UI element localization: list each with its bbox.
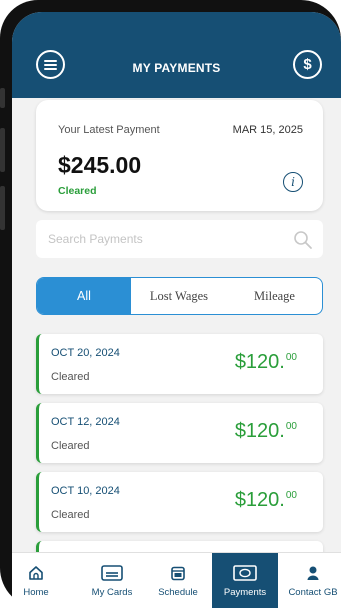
dollar-button[interactable]: $ (293, 50, 322, 79)
home-icon (29, 566, 43, 580)
filter-all[interactable]: All (37, 278, 131, 314)
tab-home-label: Home (23, 587, 49, 598)
latest-payment-amount: $245.00 (58, 152, 142, 178)
app-screen: MY PAYMENTS $ Your Latest Payment MAR 15… (12, 12, 341, 608)
phone-frame: MY PAYMENTS $ Your Latest Payment MAR 15… (0, 0, 341, 608)
payment-item[interactable]: OCT 20, 2024 Cleared $120.00 (36, 334, 323, 394)
volume-up-button (0, 128, 5, 172)
dollar-icon: $ (303, 56, 312, 73)
payment-amount: $120.00 (235, 489, 297, 512)
filter-segmented-control: All Lost Wages Mileage (36, 277, 323, 315)
payment-amount-cents: 00 (285, 421, 297, 432)
payment-amount-main: $120. (234, 351, 285, 373)
tab-contact-label: Contact GB (288, 587, 338, 598)
tab-my-cards-label: My Cards (91, 587, 133, 598)
latest-payment-status: Cleared (58, 185, 97, 197)
payment-date: OCT 10, 2024 (51, 485, 120, 497)
payment-status: Cleared (51, 509, 90, 521)
info-icon[interactable]: i (283, 172, 303, 192)
payment-status: Cleared (51, 440, 90, 452)
info-icon-glyph: i (291, 175, 295, 189)
payment-date: OCT 12, 2024 (51, 416, 120, 428)
latest-payment-card: Your Latest Payment MAR 15, 2025 $245.00… (36, 100, 323, 211)
payment-amount-cents: 00 (285, 352, 297, 363)
payment-amount-main: $120. (234, 420, 285, 442)
tab-schedule-label: Schedule (158, 587, 198, 598)
side-button (0, 88, 5, 108)
payment-amount-cents: 00 (285, 490, 297, 501)
payment-item[interactable]: OCT 10, 2024 Cleared $120.00 (36, 472, 323, 532)
card-icon (101, 565, 123, 581)
filter-mileage[interactable]: Mileage (227, 278, 322, 314)
latest-payment-date: MAR 15, 2025 (232, 124, 303, 136)
tab-payments-label: Payments (223, 587, 267, 598)
payment-status: Cleared (51, 371, 90, 383)
search-input[interactable] (36, 220, 323, 258)
app-header: MY PAYMENTS $ (12, 12, 341, 98)
payment-date: OCT 20, 2024 (51, 347, 120, 359)
payment-amount-main: $120. (234, 489, 285, 511)
volume-down-button (0, 186, 5, 230)
tab-schedule[interactable]: Schedule (152, 553, 204, 608)
page-title: MY PAYMENTS (132, 61, 221, 75)
payment-amount: $120.00 (235, 420, 297, 443)
calendar-icon (171, 566, 185, 581)
latest-payment-label: Your Latest Payment (58, 124, 160, 136)
bottom-tab-bar: Home My Cards Schedule Payments Contact … (12, 552, 341, 608)
tab-contact[interactable]: Contact GB (282, 553, 341, 608)
tab-home[interactable]: Home (12, 553, 60, 608)
payment-amount: $120.00 (235, 351, 297, 374)
person-icon (307, 566, 319, 580)
money-icon (233, 565, 257, 581)
filter-lost-wages[interactable]: Lost Wages (131, 278, 227, 314)
search-bar (36, 220, 323, 258)
search-icon[interactable] (293, 230, 313, 250)
payment-item[interactable]: OCT 12, 2024 Cleared $120.00 (36, 403, 323, 463)
tab-payments[interactable]: Payments (212, 553, 278, 608)
tab-my-cards[interactable]: My Cards (82, 553, 142, 608)
